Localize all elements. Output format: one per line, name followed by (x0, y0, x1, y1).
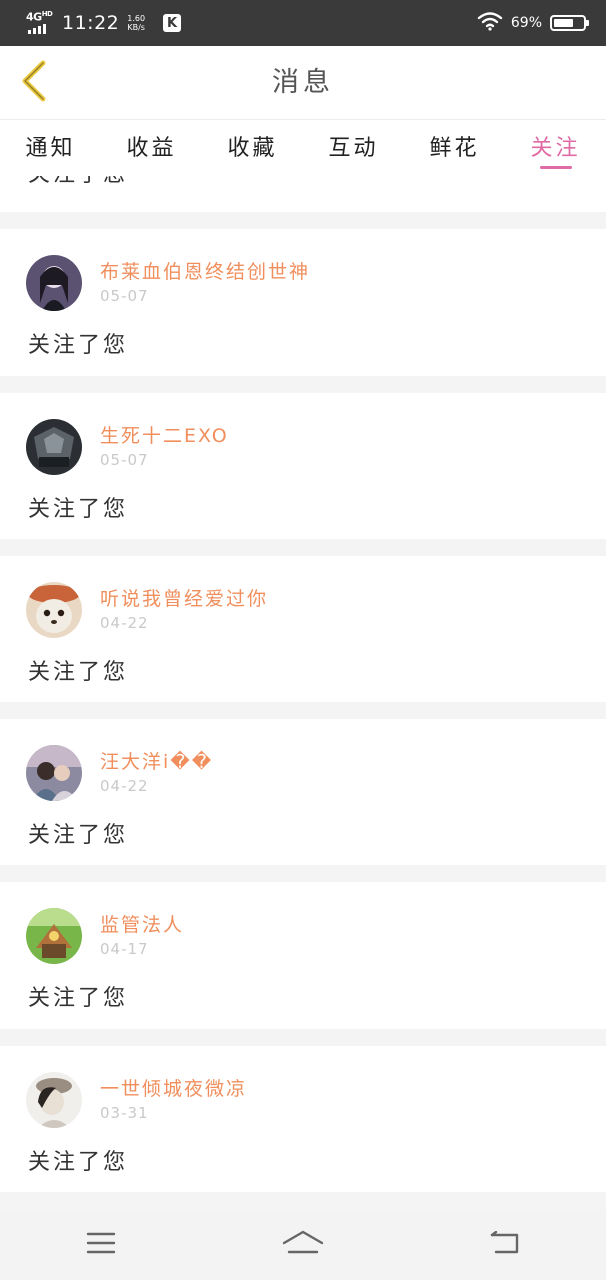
return-icon (490, 1230, 520, 1259)
username[interactable]: 听说我曾经爱过你 (100, 584, 268, 611)
avatar[interactable] (26, 419, 82, 475)
item-message: 关注了您 (28, 823, 129, 848)
item-message: 关注了您 (28, 986, 129, 1011)
avatar[interactable] (26, 582, 82, 638)
system-nav-bar (0, 1210, 606, 1280)
item-message: 关注了您 (28, 1150, 129, 1175)
back-nav-button[interactable] (465, 1220, 545, 1270)
tab-notifications[interactable]: 通知 (1, 120, 101, 162)
list-item[interactable]: 汪大洋i�� 04-22 关注了您 (0, 719, 606, 865)
list-item[interactable]: 关注了您 (0, 176, 606, 212)
avatar[interactable] (26, 745, 82, 801)
signal-icon: 4GHD (26, 10, 54, 34)
item-message: 关注了您 (28, 333, 129, 358)
follow-date: 03-31 (100, 1104, 149, 1122)
username[interactable]: 监管法人 (100, 910, 184, 937)
follow-date: 04-22 (100, 614, 149, 632)
avatar[interactable] (26, 908, 82, 964)
menu-button[interactable] (61, 1220, 141, 1270)
tab-label: 互动 (328, 136, 379, 161)
tab-label: 收益 (126, 136, 177, 161)
avatar[interactable] (26, 255, 82, 311)
tab-label: 收藏 (227, 136, 278, 161)
network-speed: 1.60 KB/s (127, 14, 145, 32)
tab-favorites[interactable]: 收藏 (203, 120, 303, 162)
follow-date: 04-17 (100, 940, 149, 958)
menu-icon (86, 1231, 116, 1259)
tab-label: 关注 (530, 136, 581, 161)
tab-label: 鲜花 (429, 136, 480, 161)
avatar[interactable] (26, 1072, 82, 1128)
wifi-icon (477, 11, 503, 35)
item-message: 关注了您 (28, 497, 129, 522)
network-hd: HD (41, 10, 53, 18)
home-icon (282, 1230, 324, 1260)
screen: 4GHD 11:22 1.60 KB/s K 69% 消息 通知 收益 收藏 互… (0, 0, 606, 1280)
list-item[interactable]: 生死十二EXO 05-07 关注了您 (0, 393, 606, 539)
item-message: 关注了您 (28, 176, 128, 188)
status-time: 11:22 (62, 12, 120, 34)
item-message: 关注了您 (28, 660, 129, 685)
page-title: 消息 (272, 67, 334, 98)
battery-icon (550, 15, 589, 31)
status-bar: 4GHD 11:22 1.60 KB/s K 69% (0, 0, 606, 46)
app-badge-icon: K (163, 14, 182, 32)
list-item[interactable]: 一世倾城夜微凉 03-31 关注了您 (0, 1046, 606, 1192)
header: 消息 (0, 46, 606, 120)
tab-earnings[interactable]: 收益 (102, 120, 202, 162)
follow-date: 05-07 (100, 287, 149, 305)
battery-percent: 69% (510, 15, 542, 31)
tab-follows[interactable]: 关注 (506, 120, 606, 169)
list-item[interactable]: 布莱血伯恩终结创世神 05-07 关注了您 (0, 229, 606, 376)
tab-bar: 通知 收益 收藏 互动 鲜花 关注 (0, 120, 606, 176)
network-type: 4G (26, 10, 42, 24)
speed-value: 1.60 (127, 14, 146, 23)
tab-interactions[interactable]: 互动 (304, 120, 404, 162)
tab-label: 通知 (25, 136, 76, 161)
home-button[interactable] (263, 1220, 343, 1270)
tab-flowers[interactable]: 鲜花 (405, 120, 505, 162)
battery-fill (554, 19, 574, 27)
username[interactable]: 汪大洋i�� (100, 747, 213, 774)
follow-date: 05-07 (100, 451, 149, 469)
username[interactable]: 布莱血伯恩终结创世神 (100, 257, 310, 284)
list-item[interactable]: 听说我曾经爱过你 04-22 关注了您 (0, 556, 606, 702)
active-tab-indicator (539, 166, 572, 169)
follow-list: 关注了您 布莱血伯恩终结创世神 05-07 关注了您 (0, 176, 606, 1210)
username[interactable]: 生死十二EXO (100, 421, 229, 448)
username[interactable]: 一世倾城夜微凉 (100, 1074, 247, 1101)
follow-date: 04-22 (100, 777, 149, 795)
speed-unit: KB/s (127, 23, 145, 32)
list-item[interactable]: 监管法人 04-17 关注了您 (0, 882, 606, 1029)
